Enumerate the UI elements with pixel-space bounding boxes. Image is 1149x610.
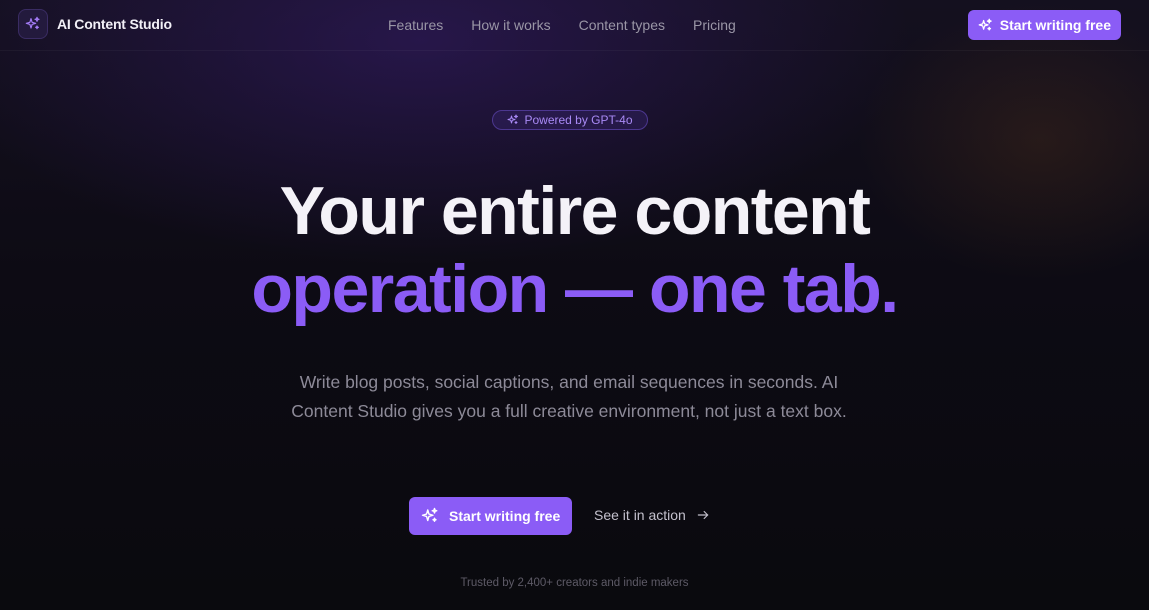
hero-headline: Your entire content operation — one tab. [0, 172, 1149, 328]
start-writing-button[interactable]: Start writing free [409, 497, 573, 535]
nav-links: Features How it works Content types Pric… [388, 17, 736, 33]
nav-start-writing-button[interactable]: Start writing free [967, 10, 1121, 40]
nav-link-pricing[interactable]: Pricing [693, 17, 736, 33]
headline-line-2: operation — one tab. [251, 251, 899, 327]
sparkles-icon [507, 114, 519, 126]
landing-page: AI Content Studio Features How it works … [0, 0, 1149, 610]
nav-cta-label: Start writing free [999, 17, 1111, 33]
nav-link-how-it-works[interactable]: How it works [471, 17, 550, 33]
logo [18, 9, 48, 39]
trust-line: Trusted by 2,400+ creators and indie mak… [460, 577, 689, 589]
arrow-right-icon [696, 508, 710, 522]
see-it-in-action-link[interactable]: See it in action [594, 507, 710, 523]
nav-link-content-types[interactable]: Content types [579, 17, 665, 33]
brand[interactable]: AI Content Studio [18, 9, 172, 39]
nav-link-features[interactable]: Features [388, 17, 443, 33]
top-nav: AI Content Studio Features How it works … [0, 0, 1149, 51]
brand-name: AI Content Studio [57, 16, 172, 32]
badge-label: Powered by GPT-4o [524, 113, 633, 127]
hero-subtitle: Write blog posts, social captions, and e… [291, 372, 847, 421]
see-it-in-action-label: See it in action [594, 507, 686, 523]
powered-by-badge: Powered by GPT-4o [492, 110, 648, 130]
start-writing-label: Start writing free [449, 508, 561, 524]
headline-line-1: Your entire content [279, 173, 871, 249]
sparkles-icon [978, 18, 993, 33]
sparkles-icon [421, 507, 439, 525]
sparkles-icon [25, 16, 41, 32]
